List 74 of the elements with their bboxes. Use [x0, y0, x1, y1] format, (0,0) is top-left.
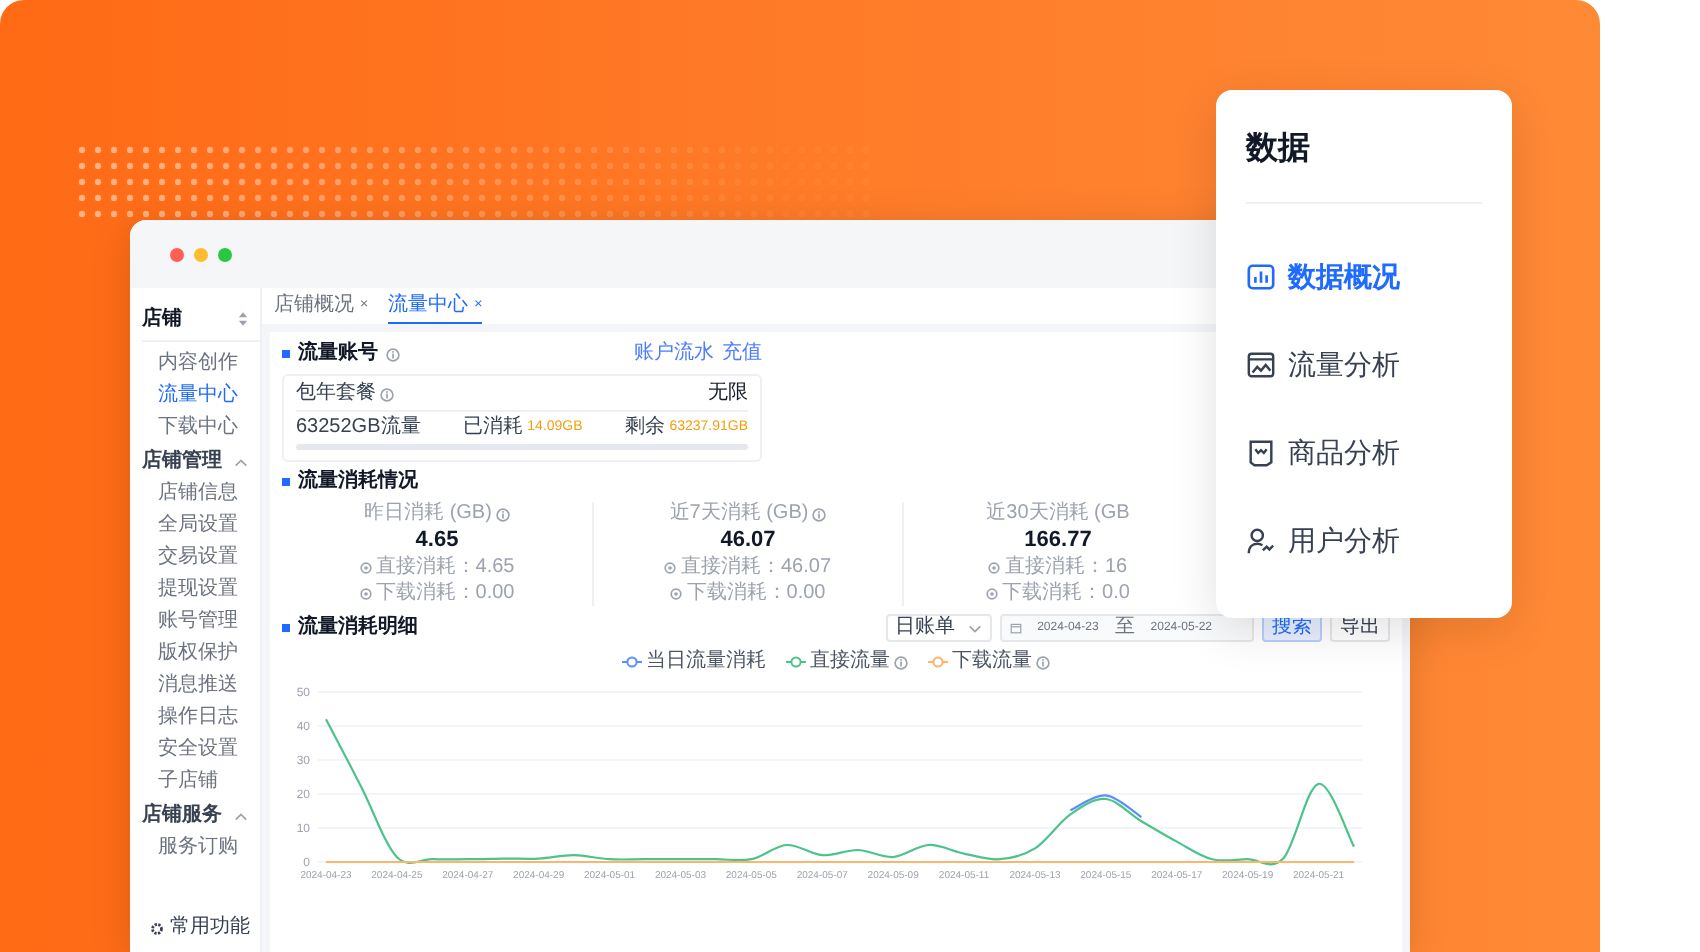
sort-icon: [238, 312, 248, 326]
sidebar-item[interactable]: 流量中心: [142, 380, 260, 412]
stat-detail: 下载消耗：0.00: [375, 582, 515, 606]
circle-icon: [986, 588, 999, 600]
chevron-up-icon: [234, 811, 248, 821]
section-title: 流量账号: [298, 342, 378, 366]
legend-label: 下载流量: [952, 650, 1032, 674]
calendar-icon: [1009, 622, 1022, 634]
section-marker: [282, 478, 290, 486]
sidebar-item[interactable]: 消息推送: [142, 670, 260, 702]
sidebar-title: 店铺: [142, 304, 182, 334]
sidebar-item[interactable]: 提现设置: [142, 574, 260, 606]
link[interactable]: 账户流水: [634, 342, 714, 366]
section-title: 流量消耗明细: [298, 616, 418, 640]
legend-label: 直接流量: [810, 650, 890, 674]
period-select[interactable]: 日账单: [885, 614, 992, 642]
info-icon: [386, 347, 400, 361]
stat-label: 昨日消耗 (GB): [364, 502, 492, 526]
sidebar-item[interactable]: 内容创作: [142, 348, 260, 380]
section-title: 流量消耗情况: [298, 470, 418, 494]
bag-icon: [1246, 437, 1276, 467]
section-marker: [282, 624, 290, 632]
circle-icon: [664, 562, 677, 574]
sidebar-item[interactable]: 版权保护: [142, 638, 260, 670]
circle-icon: [359, 588, 372, 600]
line-chart-icon: [1246, 349, 1276, 379]
link[interactable]: 充值: [722, 342, 762, 366]
stat-detail: 直接消耗：16: [1004, 556, 1128, 580]
circle-icon: [359, 562, 372, 574]
sidebar-footer-link[interactable]: 常用功能: [170, 916, 250, 940]
remaining-label: 剩余: [625, 416, 666, 440]
sidebar-item[interactable]: 店铺信息: [142, 478, 260, 510]
chevron-up-icon: [234, 457, 248, 467]
gear-icon: [150, 921, 164, 935]
maximize-button[interactable]: [218, 247, 232, 261]
stat-detail: 直接消耗：4.65: [375, 556, 515, 580]
date-separator: 至: [1114, 616, 1135, 640]
circle-icon: [670, 588, 683, 600]
menu-item[interactable]: 流量分析: [1246, 340, 1482, 388]
stat-value: 46.07: [720, 528, 776, 554]
sidebar-item[interactable]: 子店铺: [142, 766, 260, 798]
stat-value: 166.77: [1024, 528, 1092, 554]
stat-detail: 下载消耗：0.00: [686, 582, 826, 606]
circle-icon: [988, 562, 1001, 574]
quota-text: 63252GB流量: [296, 416, 421, 440]
stat-detail: 直接消耗：46.07: [680, 556, 832, 580]
minimize-button[interactable]: [194, 247, 208, 261]
sidebar-group[interactable]: 店铺管理: [142, 446, 260, 478]
sidebar-item[interactable]: 操作日志: [142, 702, 260, 734]
legend-label: 当日流量消耗: [646, 650, 766, 674]
bar-chart-icon: [1246, 261, 1276, 291]
used-label: 已消耗: [463, 416, 524, 440]
plan-name: 包年套餐: [296, 382, 376, 406]
sidebar-group[interactable]: 店铺服务: [142, 800, 260, 832]
stat-value: 4.65: [415, 528, 459, 554]
sidebar-item[interactable]: 安全设置: [142, 734, 260, 766]
sidebar-item[interactable]: 账号管理: [142, 606, 260, 638]
close-button[interactable]: [170, 247, 184, 261]
sidebar-item[interactable]: 全局设置: [142, 510, 260, 542]
section-marker: [282, 350, 290, 358]
stat-detail: 下载消耗：0.0: [1002, 582, 1130, 606]
stat-label: 近7天消耗 (GB): [669, 502, 809, 526]
stat-label: 近30天消耗 (GB: [986, 502, 1130, 526]
sidebar-item[interactable]: 下载中心: [142, 412, 260, 444]
sidebar-item[interactable]: 服务订购: [142, 832, 260, 864]
menu-item[interactable]: 用户分析: [1246, 516, 1482, 564]
info-icon: [380, 387, 394, 401]
sidebar-item[interactable]: 交易设置: [142, 542, 260, 574]
user-icon: [1246, 525, 1276, 555]
menu-title: 数据: [1246, 126, 1482, 204]
plan-validity: 无限: [708, 382, 748, 406]
menu-item[interactable]: 数据概况: [1246, 252, 1482, 300]
menu-item[interactable]: 商品分析: [1246, 428, 1482, 476]
chevron-down-icon: [967, 623, 982, 633]
